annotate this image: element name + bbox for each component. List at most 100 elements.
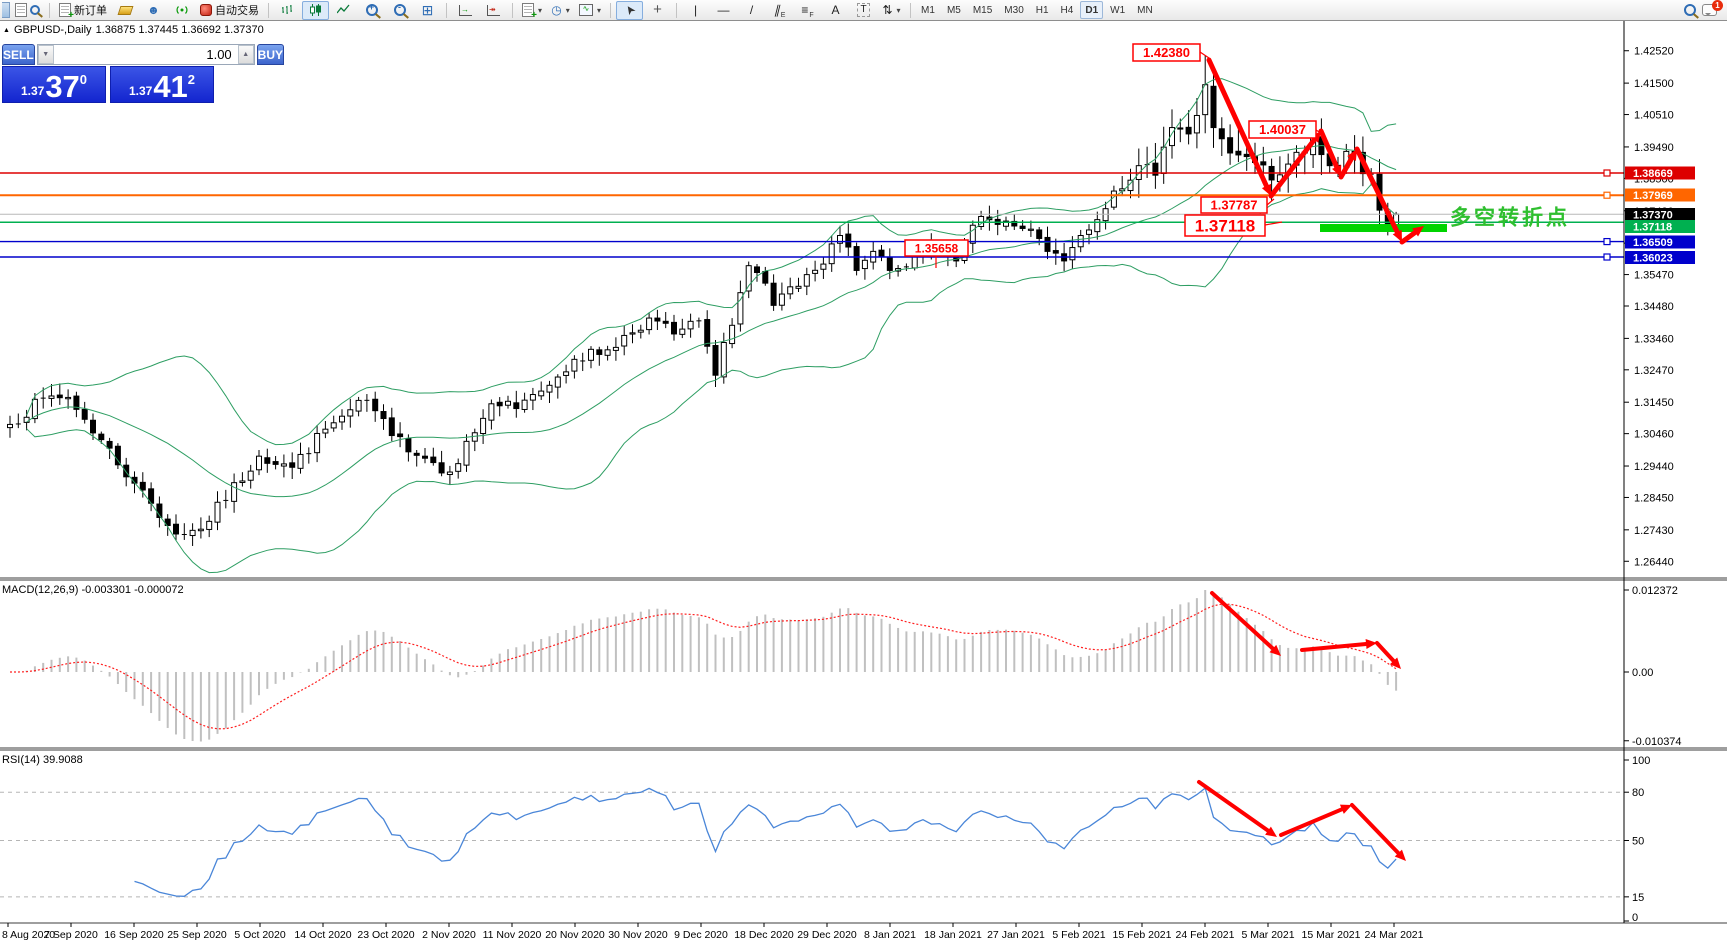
text-tool-button[interactable]: A bbox=[822, 1, 849, 20]
buy-price-display[interactable]: 1.37 41 2 bbox=[110, 66, 214, 103]
volume-input[interactable] bbox=[53, 45, 238, 64]
zoom-out-button[interactable]: - bbox=[386, 1, 413, 20]
line-chart-button[interactable] bbox=[330, 1, 357, 20]
fibonacci-icon: ≡ bbox=[801, 3, 809, 17]
candle-chart-button[interactable] bbox=[302, 0, 329, 20]
chart-canvas[interactable]: 1.425201.415001.405101.394901.385001.374… bbox=[0, 21, 1727, 944]
candlestick-series[interactable] bbox=[7, 55, 1400, 546]
fibonacci-tool-button[interactable]: ≡ F bbox=[794, 1, 821, 20]
annotation-note[interactable]: 多空转折点 bbox=[1450, 206, 1570, 230]
price-axis: 1.425201.415001.405101.394901.385001.374… bbox=[1624, 46, 1674, 568]
sell-price-display[interactable]: 1.37 37 0 bbox=[2, 66, 106, 103]
date-tick-label: 14 Oct 2020 bbox=[294, 929, 351, 941]
svg-text:50: 50 bbox=[1632, 836, 1644, 848]
price-tick-label: 1.30460 bbox=[1634, 429, 1674, 441]
svg-text:100: 100 bbox=[1632, 755, 1650, 767]
svg-text:1.40037: 1.40037 bbox=[1259, 122, 1306, 137]
periods-button[interactable]: ◷ ▾ bbox=[547, 1, 574, 20]
sell-button[interactable]: SELL bbox=[2, 44, 35, 65]
autoscroll-button[interactable]: → bbox=[452, 1, 479, 20]
autoscroll-icon: → bbox=[459, 4, 472, 16]
price-tick-label: 1.42520 bbox=[1634, 46, 1674, 58]
svg-text:-0.010374: -0.010374 bbox=[1632, 736, 1682, 748]
clock-icon: ◷ bbox=[551, 3, 562, 17]
tab-timeframe-H4[interactable]: H4 bbox=[1056, 1, 1079, 19]
buy-price-sup: 2 bbox=[187, 72, 196, 87]
new-order-icon: + bbox=[59, 3, 74, 21]
chart-shift-button[interactable]: ↠ bbox=[480, 1, 507, 20]
tab-timeframe-M5[interactable]: M5 bbox=[942, 1, 966, 19]
channel-tool-button[interactable]: ∥ E bbox=[766, 1, 793, 20]
tab-timeframe-M30[interactable]: M30 bbox=[999, 1, 1028, 19]
tab-timeframe-M15[interactable]: M15 bbox=[968, 1, 997, 19]
zoom-in-button[interactable]: + bbox=[358, 1, 385, 20]
label-tool-icon: T bbox=[857, 3, 870, 17]
trend-arrows-rsi[interactable] bbox=[1197, 780, 1406, 861]
date-tick-label: 15 Mar 2021 bbox=[1302, 929, 1361, 941]
svg-text:0.012372: 0.012372 bbox=[1632, 585, 1678, 597]
vline-tool-button[interactable]: | bbox=[682, 1, 709, 20]
rsi-indicator: 100 80 50 15 0 RSI(14) 39.9088 bbox=[0, 754, 1650, 924]
template-button[interactable]: ∿ ▾ bbox=[575, 1, 605, 20]
search-icon[interactable] bbox=[1684, 4, 1696, 16]
trendline-tool-button[interactable]: / bbox=[738, 1, 765, 20]
clipped-toolbar-icon bbox=[2, 2, 10, 18]
new-order-button[interactable]: + 新订单 bbox=[55, 1, 111, 21]
date-tick-label: 5 Oct 2020 bbox=[234, 929, 286, 941]
svg-text:1.36509: 1.36509 bbox=[1633, 237, 1673, 249]
label-tool-button[interactable]: T bbox=[850, 1, 877, 20]
date-tick-label: 29 Dec 2020 bbox=[797, 929, 857, 941]
new-chart-icon: + bbox=[522, 3, 537, 21]
tab-timeframe-M1[interactable]: M1 bbox=[916, 1, 940, 19]
price-tick-label: 1.33460 bbox=[1634, 333, 1674, 345]
volume-increase-button[interactable]: ▲ bbox=[237, 45, 254, 64]
gold-bar-icon bbox=[117, 5, 134, 15]
svg-text:1.36023: 1.36023 bbox=[1633, 253, 1673, 265]
price-label-boxes[interactable]: 1.42380 1.40037 1.37787 1.37118 1.35658 bbox=[904, 43, 1325, 268]
macd-indicator: 0.012372 0.00 -0.010374 MACD(12,26,9) -0.00… bbox=[2, 584, 1682, 748]
bar-chart-icon bbox=[282, 5, 292, 14]
zoom-out-icon: - bbox=[393, 2, 406, 16]
symbol-search-button[interactable] bbox=[11, 1, 44, 20]
fibo-sub-label: F bbox=[809, 11, 814, 19]
text-tool-icon: A bbox=[831, 3, 840, 17]
crosshair-button[interactable]: + bbox=[644, 1, 671, 20]
tab-timeframe-H1[interactable]: H1 bbox=[1031, 1, 1054, 19]
svg-text:1.37370: 1.37370 bbox=[1633, 210, 1673, 222]
date-tick-label: 20 Nov 2020 bbox=[545, 929, 605, 941]
buy-button[interactable]: BUY bbox=[256, 44, 285, 65]
signals-button[interactable] bbox=[168, 1, 195, 20]
tab-timeframe-W1[interactable]: W1 bbox=[1105, 1, 1130, 19]
svg-text:1.37969: 1.37969 bbox=[1633, 190, 1673, 202]
price-tick-label: 1.35470 bbox=[1634, 270, 1674, 282]
new-chart-button[interactable]: + ▾ bbox=[518, 1, 546, 21]
community-button[interactable]: ☻ bbox=[140, 1, 167, 20]
tab-timeframe-D1[interactable]: D1 bbox=[1080, 1, 1104, 19]
volume-decrease-button[interactable]: ▼ bbox=[37, 45, 54, 64]
support-zone-bar[interactable] bbox=[1320, 224, 1447, 232]
bar-chart-button[interactable] bbox=[274, 1, 301, 20]
tile-windows-button[interactable]: ⊞ bbox=[414, 1, 441, 20]
deposit-button[interactable] bbox=[112, 1, 139, 20]
price-tick-label: 1.27430 bbox=[1634, 525, 1674, 537]
hline-icon: — bbox=[717, 3, 730, 17]
tab-timeframe-MN[interactable]: MN bbox=[1132, 1, 1158, 19]
autotrade-label: 自动交易 bbox=[215, 5, 259, 17]
autotrade-button[interactable]: 自动交易 bbox=[196, 1, 263, 20]
trend-arrows-macd[interactable] bbox=[1210, 591, 1401, 669]
price-tick-label: 1.39490 bbox=[1634, 142, 1674, 154]
chevron-down-icon: ▾ bbox=[565, 5, 570, 15]
chevron-down-icon: ▾ bbox=[538, 5, 543, 15]
rsi-line bbox=[134, 786, 1397, 897]
shapes-tool-button[interactable]: ⇅ ▾ bbox=[878, 1, 905, 20]
svg-text:1.37118: 1.37118 bbox=[1195, 217, 1256, 236]
notifications-button[interactable]: 1 bbox=[1702, 0, 1723, 16]
buy-price-small: 1.37 bbox=[128, 84, 153, 98]
cursor-button[interactable]: ➤ bbox=[616, 0, 644, 20]
date-tick-label: 25 Sep 2020 bbox=[167, 929, 227, 941]
shapes-icon: ⇅ bbox=[882, 3, 893, 17]
date-axis: 8 Aug 20207 Sep 2020 16 Sep 2020 25 Sep 20… bbox=[2, 923, 1424, 941]
date-tick-label: 5 Mar 2021 bbox=[1241, 929, 1294, 941]
hline-tool-button[interactable]: — bbox=[710, 1, 737, 20]
svg-text:80: 80 bbox=[1632, 787, 1644, 799]
